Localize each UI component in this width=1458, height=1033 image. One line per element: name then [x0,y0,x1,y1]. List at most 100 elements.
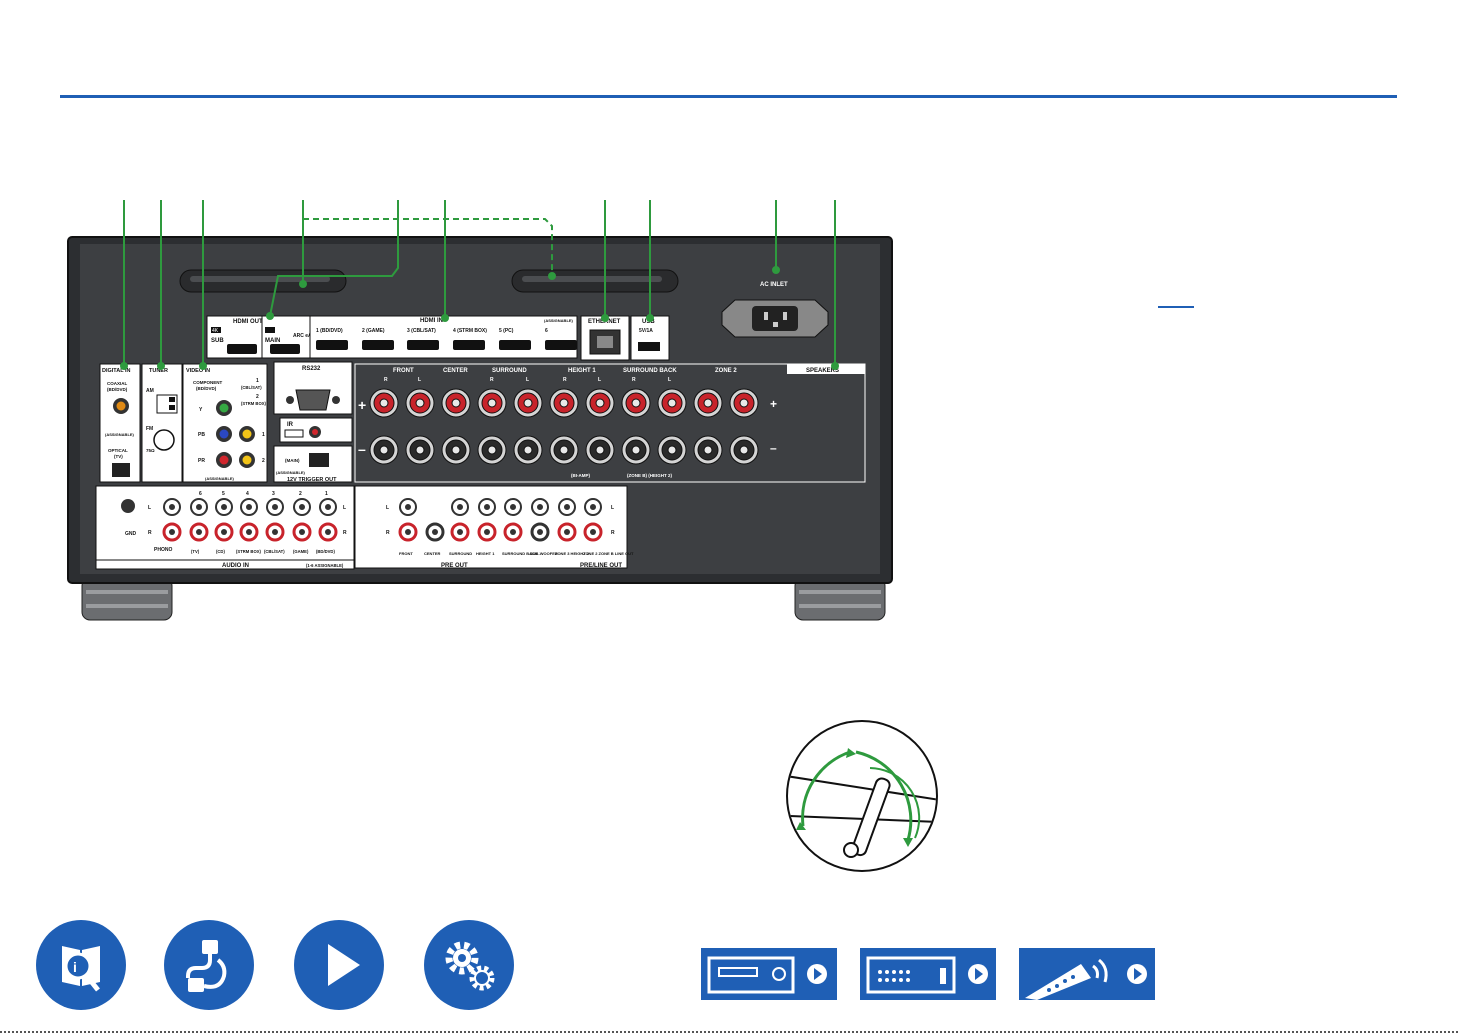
svg-text:PR: PR [198,458,205,464]
svg-text:PRE/LINE OUT: PRE/LINE OUT [580,563,622,569]
svg-text:FRONT: FRONT [399,551,413,556]
trigger-out-section: (MAIN) (ASSIGNABLE) 12V TRIGGER OUT [273,445,353,483]
svg-text:5 (PC): 5 (PC) [499,328,514,334]
svg-text:FM: FM [146,426,153,432]
setup-button[interactable] [424,920,514,1010]
usb-section: USB 5V/1A [630,315,670,361]
svg-text:HEIGHT 1: HEIGHT 1 [568,368,596,374]
svg-text:2 (GAME): 2 (GAME) [362,328,385,334]
svg-text:75Ω: 75Ω [146,448,155,453]
connections-button[interactable] [164,920,254,1010]
svg-text:12V TRIGGER OUT: 12V TRIGGER OUT [287,477,337,483]
svg-text:–: – [770,441,777,455]
svg-text:+: + [358,397,366,413]
svg-text:SURROUND BACK: SURROUND BACK [623,368,677,374]
svg-text:–: – [358,441,366,457]
svg-text:FRONT: FRONT [393,368,414,374]
antenna-angle-detail [786,720,938,872]
svg-text:SUB: SUB [211,338,224,344]
svg-text:COMPONENT: COMPONENT [193,380,223,385]
svg-text:SURROUND: SURROUND [449,551,472,556]
svg-text:L: L [418,377,421,383]
playback-button[interactable] [294,920,384,1010]
svg-text:(ASSIGNABLE): (ASSIGNABLE) [276,470,306,475]
svg-text:ZONE 2: ZONE 2 [715,368,737,374]
svg-text:AC INLET: AC INLET [760,282,788,288]
svg-text:(BD/DVD): (BD/DVD) [107,387,128,392]
svg-text:L: L [148,505,151,511]
svg-text:L: L [526,377,529,383]
svg-text:L: L [598,377,601,383]
svg-text:(1-6 ASSIGNABLE): (1-6 ASSIGNABLE) [306,563,344,568]
front-panel-icon [707,956,827,994]
svg-text:VIDEO IN: VIDEO IN [186,368,210,374]
remote-icon [1025,958,1147,1000]
svg-text:1: 1 [262,432,265,438]
hdmi-out-section: HDMI OUT 4K SUB MAIN ARC eARC [206,315,319,359]
svg-text:1: 1 [325,491,328,497]
svg-text:2: 2 [262,458,265,464]
svg-text:AUDIO IN: AUDIO IN [222,563,249,569]
wireless-antenna-left [179,269,347,293]
svg-text:R: R [563,377,567,383]
video-in-section: VIDEO IN COMPONENT (BD/DVD) Y PB PR 1 (C… [182,363,268,483]
svg-text:4 (STRM BOX): 4 (STRM BOX) [453,328,487,334]
svg-text:2: 2 [256,394,259,400]
svg-text:PRE OUT: PRE OUT [441,563,468,569]
svg-text:(CD): (CD) [216,549,225,554]
svg-text:PB: PB [198,432,205,438]
wireless-antenna-right [511,269,679,293]
ethernet-section: ETHERNET [580,315,630,361]
svg-text:(STRM BOX): (STRM BOX) [236,549,261,554]
svg-text:(ASSIGNABLE): (ASSIGNABLE) [544,318,574,323]
svg-text:2: 2 [299,491,302,497]
tuner-section: TUNER AM FM 75Ω [141,363,183,483]
svg-text:(BI-AMP): (BI-AMP) [571,473,590,478]
svg-text:COAXIAL: COAXIAL [107,381,128,386]
svg-text:GND: GND [125,531,137,537]
svg-text:3: 3 [272,491,275,497]
svg-text:1: 1 [256,378,259,384]
svg-text:4K: 4K [212,328,219,334]
svg-text:L: L [611,505,614,511]
svg-text:5: 5 [222,491,225,497]
svg-text:RS232: RS232 [302,366,321,372]
svg-text:5V/1A: 5V/1A [639,328,653,334]
svg-text:HDMI IN: HDMI IN [420,318,443,324]
svg-text:R: R [632,377,636,383]
svg-text:AM: AM [146,388,154,394]
svg-text:6: 6 [199,491,202,497]
svg-text:(BD/DVD): (BD/DVD) [316,549,335,554]
svg-text:(ASSIGNABLE): (ASSIGNABLE) [105,432,135,437]
svg-text:IR: IR [287,422,294,428]
audio-in-section: AUDIO IN (1-6 ASSIGNABLE) GND L R L R PH… [95,485,355,570]
svg-text:(STRM BOX): (STRM BOX) [241,401,266,406]
remote-view-button[interactable] [1019,948,1155,1000]
feet [81,577,886,621]
svg-text:+: + [770,397,777,411]
pre-out-section: PRE OUT PRE/LINE OUT L R L R FRONT CENTE… [354,485,634,569]
svg-text:6: 6 [545,328,548,334]
rear-panel-figure: HDMI OUT 4K SUB MAIN ARC eARC HDMI IN (A… [67,200,938,872]
svg-text:CENTER: CENTER [443,368,468,374]
rear-panel-view-button[interactable] [860,948,996,1000]
contents-button[interactable]: i [36,920,126,1010]
svg-text:SUB-WOOFER: SUB-WOOFER [530,551,558,556]
svg-text:(ZONE B) (HEIGHT 2): (ZONE B) (HEIGHT 2) [627,473,672,478]
svg-text:1 (BD/DVD): 1 (BD/DVD) [316,328,343,334]
svg-text:R: R [490,377,494,383]
svg-text:R: R [386,530,390,536]
svg-text:SURROUND: SURROUND [492,368,527,374]
svg-text:OPTICAL: OPTICAL [108,448,128,453]
svg-text:(ASSIGNABLE): (ASSIGNABLE) [205,476,235,481]
svg-text:ZONE 2 ZONE B LINE OUT: ZONE 2 ZONE B LINE OUT [583,551,634,556]
gear-icon [445,941,495,991]
svg-text:(TV): (TV) [191,549,200,554]
svg-text:MAIN: MAIN [265,338,280,344]
front-panel-view-button[interactable] [701,948,837,1000]
svg-text:i: i [73,959,77,975]
svg-text:(CBL/SAT): (CBL/SAT) [264,549,285,554]
ir-section: IR [279,417,353,443]
svg-text:3 (CBL/SAT): 3 (CBL/SAT) [407,328,436,334]
svg-text:(BD/DVD): (BD/DVD) [196,386,217,391]
